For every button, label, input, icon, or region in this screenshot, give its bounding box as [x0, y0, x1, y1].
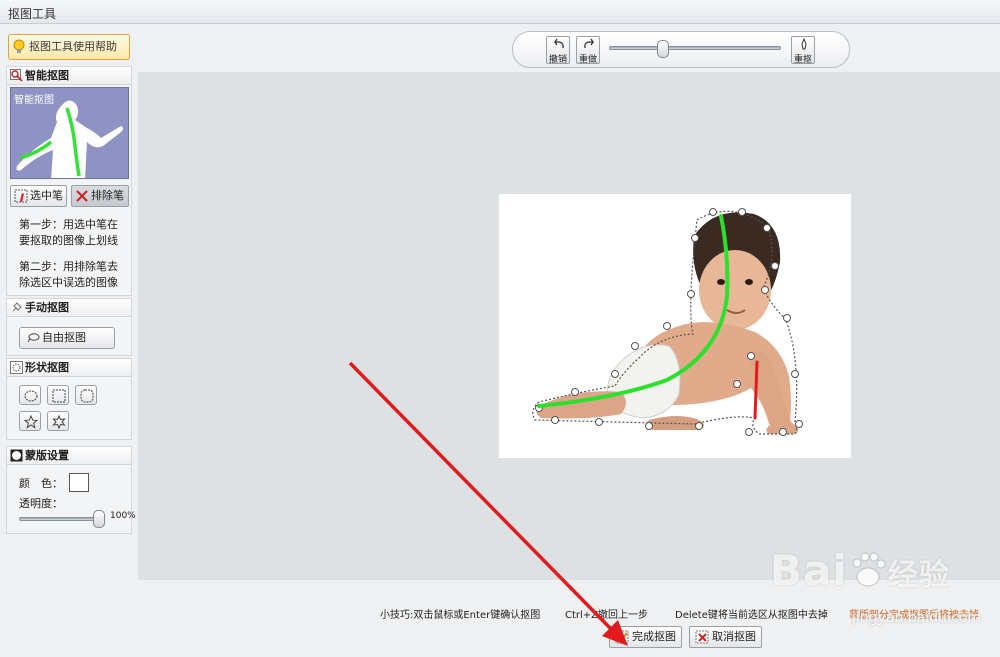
cancel-cutout-label: 取消抠图	[712, 630, 756, 643]
rounded-rect-icon	[80, 389, 94, 403]
reset-button[interactable]: 重抠	[791, 36, 815, 65]
star-icon	[24, 415, 38, 429]
rounded-rect-shape-button[interactable]	[75, 385, 97, 405]
preview-label: 智能抠图	[14, 95, 54, 106]
help-button-label: 抠图工具使用帮助	[29, 40, 117, 53]
step2-text: 第二步：用排除笔去除选区中误选的图像	[19, 260, 118, 289]
shape-cutout-panel: 形状抠图	[6, 358, 132, 440]
manual-cutout-title: 手动抠图	[25, 301, 69, 314]
erase-pen-button[interactable]: 排除笔	[71, 185, 129, 207]
mask-icon	[10, 449, 23, 462]
shape-icon	[10, 361, 23, 374]
redo-button[interactable]: 重做	[576, 36, 600, 65]
magnifier-icon	[10, 69, 23, 82]
undo-icon	[553, 38, 564, 49]
window-titlebar: 抠图工具	[0, 0, 1000, 24]
ellipse-icon	[24, 390, 38, 402]
reset-pen-icon	[801, 38, 807, 50]
opacity-value: 100%	[110, 511, 136, 521]
top-toolbar: 撤销 重做 重抠	[512, 31, 850, 68]
pushpin-icon	[12, 302, 22, 312]
lasso-icon	[27, 333, 40, 343]
cancel-cutout-button[interactable]: 取消抠图	[689, 626, 762, 648]
star-shape-button[interactable]	[19, 411, 41, 431]
shape-cutout-title: 形状抠图	[25, 361, 69, 374]
tip-mask: 蒙版部分完成抠图后将被去掉	[849, 610, 979, 621]
manual-cutout-panel: 手动抠图 自由抠图	[6, 298, 132, 356]
zoom-slider-thumb[interactable]	[657, 40, 669, 58]
free-cutout-button[interactable]: 自由抠图	[19, 327, 115, 349]
mask-settings-header: 蒙版设置	[7, 447, 131, 465]
baby-image	[532, 208, 803, 436]
rect-icon	[52, 389, 66, 403]
mask-settings-panel: 蒙版设置 颜 色： 透明度： 100%	[6, 446, 136, 534]
free-cutout-label: 自由抠图	[42, 331, 86, 344]
smart-cutout-title: 智能抠图	[25, 69, 69, 82]
shape-cutout-header: 形状抠图	[7, 359, 131, 377]
window-title: 抠图工具	[8, 7, 57, 21]
help-button[interactable]: 抠图工具使用帮助	[8, 34, 130, 60]
undo-label: 撤销	[548, 55, 567, 65]
erase-pen-label: 排除笔	[91, 189, 124, 202]
select-pen-label: 选中笔	[30, 189, 63, 202]
star6-shape-button[interactable]	[47, 411, 69, 431]
mask-opacity-label: 透明度：	[19, 497, 63, 510]
cancel-icon	[695, 630, 709, 644]
smart-cutout-preview: 智能抠图	[10, 87, 129, 179]
erase-pen-icon	[76, 190, 88, 202]
mask-color-label: 颜 色：	[19, 477, 63, 490]
rect-shape-button[interactable]	[47, 385, 69, 405]
select-pen-button[interactable]: 选中笔	[10, 185, 67, 207]
manual-cutout-header: 手动抠图	[7, 299, 131, 317]
finish-cutout-button[interactable]: 完成抠图	[609, 626, 682, 648]
star6-icon	[52, 415, 66, 429]
image-canvas[interactable]	[499, 194, 851, 458]
ellipse-shape-button[interactable]	[19, 385, 41, 405]
redo-icon	[584, 38, 595, 49]
mask-color-swatch[interactable]	[69, 473, 89, 492]
smart-cutout-header: 智能抠图	[7, 67, 131, 85]
tip-double-click: 小技巧:双击鼠标或Enter键确认抠图	[380, 610, 541, 621]
sidebar: 抠图工具使用帮助 智能抠图 智能抠图 选中笔 排除笔 第一步：用选中笔在要抠取的…	[6, 34, 136, 534]
select-pen-icon	[14, 189, 28, 203]
tip-delete: Delete键将当前选区从抠图中去掉	[675, 610, 828, 621]
opacity-slider-thumb[interactable]	[93, 510, 105, 528]
finish-cutout-label: 完成抠图	[632, 630, 676, 643]
undo-button[interactable]: 撤销	[546, 36, 570, 65]
mask-settings-title: 蒙版设置	[25, 449, 69, 462]
finish-icon	[615, 630, 629, 644]
tip-undo: Ctrl+Z撤回上一步	[565, 610, 649, 621]
redo-label: 重做	[578, 55, 597, 65]
lightbulb-icon	[13, 39, 25, 53]
zoom-slider-track[interactable]	[609, 46, 781, 50]
smart-cutout-panel: 智能抠图 智能抠图 选中笔 排除笔 第一步：用选中笔在要抠取的图像上划线 第二步…	[6, 66, 132, 296]
step1-text: 第一步：用选中笔在要抠取的图像上划线	[19, 218, 118, 247]
reset-label: 重抠	[793, 55, 812, 65]
